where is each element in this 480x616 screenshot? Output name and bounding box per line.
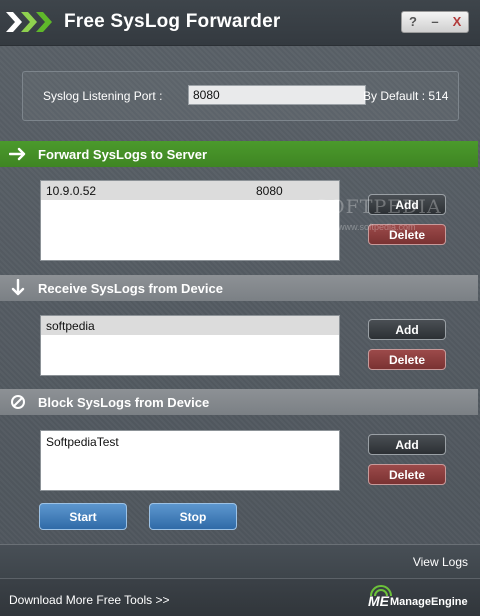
window-title: Free SysLog Forwarder <box>64 11 281 32</box>
receive-section-header: Receive SysLogs from Device <box>0 275 478 301</box>
receive-device-list[interactable]: softpedia <box>40 315 340 376</box>
stop-button[interactable]: Stop <box>149 503 237 530</box>
forward-server-list[interactable]: 10.9.0.52 8080 <box>40 180 340 261</box>
logo-text: ManageEngine <box>390 596 468 608</box>
arrow-right-icon <box>4 141 32 167</box>
block-add-button[interactable]: Add <box>368 434 446 455</box>
close-button[interactable]: X <box>447 12 467 32</box>
receive-add-button[interactable]: Add <box>368 319 446 340</box>
list-item[interactable]: SoftpediaTest <box>41 431 339 453</box>
view-logs-link[interactable]: View Logs <box>413 555 468 569</box>
list-item[interactable]: 10.9.0.52 8080 <box>41 181 339 200</box>
help-button[interactable]: ? <box>403 12 423 32</box>
minimize-button[interactable]: – <box>425 12 445 32</box>
download-tools-link[interactable]: Download More Free Tools >> <box>9 593 170 607</box>
forward-section-header: Forward SysLogs to Server <box>0 141 478 167</box>
block-section-title: Block SysLogs from Device <box>38 394 210 410</box>
device-name: softpedia <box>46 318 95 333</box>
block-section-header: Block SysLogs from Device <box>0 389 478 415</box>
server-port: 8080 <box>256 183 283 198</box>
app-window: Free SysLog Forwarder ? – X Syslog Liste… <box>0 0 480 616</box>
footer-bar: View Logs <box>0 544 480 578</box>
receive-delete-button[interactable]: Delete <box>368 349 446 370</box>
arrow-down-icon <box>4 275 32 301</box>
port-input[interactable] <box>188 85 366 105</box>
port-default-text: By Default : 514 <box>363 89 449 103</box>
logo-mark: ME <box>368 593 389 609</box>
receive-section-title: Receive SysLogs from Device <box>38 280 223 296</box>
bottom-bar: Download More Free Tools >> ME ManageEng… <box>0 578 480 616</box>
port-label: Syslog Listening Port : <box>43 89 163 103</box>
list-item[interactable]: softpedia <box>41 316 339 335</box>
forward-delete-button[interactable]: Delete <box>368 224 446 245</box>
window-controls: ? – X <box>401 11 469 33</box>
port-panel: Syslog Listening Port : By Default : 514 <box>22 71 459 121</box>
block-delete-button[interactable]: Delete <box>368 464 446 485</box>
device-name: SoftpediaTest <box>46 435 119 449</box>
block-device-list[interactable]: SoftpediaTest <box>40 430 340 491</box>
forward-add-button[interactable]: Add <box>368 194 446 215</box>
app-logo-icon <box>6 12 52 32</box>
server-host: 10.9.0.52 <box>46 183 97 198</box>
start-button[interactable]: Start <box>39 503 127 530</box>
manageengine-logo: ME ManageEngine <box>368 585 472 613</box>
forward-section-title: Forward SysLogs to Server <box>38 146 208 162</box>
title-bar: Free SysLog Forwarder ? – X <box>0 0 480 46</box>
block-icon <box>4 389 32 415</box>
